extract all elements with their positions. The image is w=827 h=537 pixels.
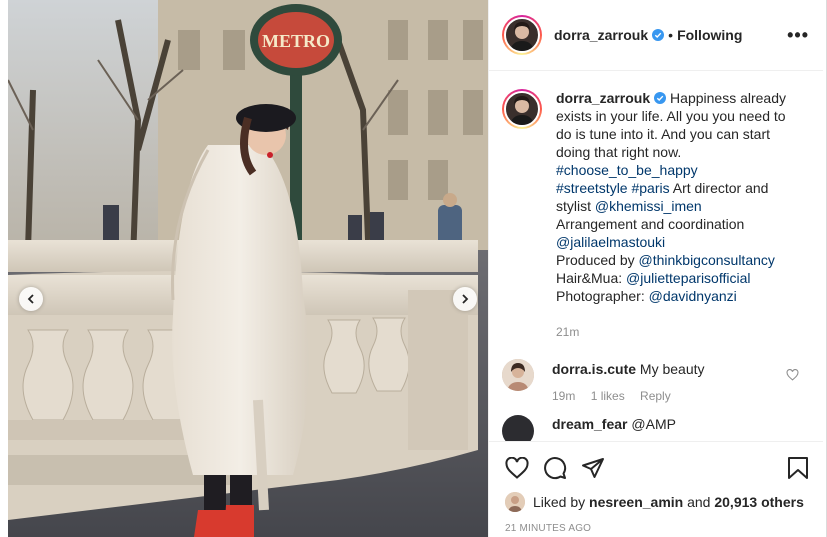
like-button[interactable] [505,457,529,479]
hashtag-link[interactable]: #paris [631,180,669,196]
post-header: dorra_zarrouk • Following ••• [489,0,823,71]
share-button[interactable] [581,457,605,479]
comment-like-icon[interactable] [786,369,799,381]
caption-text-6: Photographer: [556,288,649,304]
following-button[interactable]: Following [677,27,742,43]
mention-link[interactable]: @davidnyanzi [649,288,737,304]
mention-link[interactable]: @julietteparisofficial [626,270,750,286]
comment-likes[interactable]: 1 likes [591,389,625,403]
post-photo: METRO [8,0,488,537]
save-button[interactable] [787,456,809,480]
post-caption: dorra_zarrouk Happiness already exists i… [502,89,807,341]
caption-author-avatar[interactable] [502,89,542,129]
mention-link[interactable]: @khemissi_imen [595,198,702,214]
post-image[interactable]: METRO [8,0,488,537]
likes-summary: Liked by nesreen_amin and 20,913 others [505,492,809,512]
liker-avatar[interactable] [505,492,525,512]
author-avatar[interactable] [502,15,542,55]
comment-username[interactable]: dorra.is.cute [552,361,636,377]
chevron-left-icon [27,294,34,304]
send-icon [582,458,604,478]
chevron-right-icon [462,294,469,304]
carousel-prev-button[interactable] [19,287,43,311]
hashtag-link[interactable]: #streetstyle [556,180,628,196]
comment-text: My beauty [639,361,705,377]
hashtag-link[interactable]: #choose_to_be_happy [556,162,698,178]
author-username[interactable]: dorra_zarrouk [554,27,648,43]
more-options-icon[interactable]: ••• [787,25,809,46]
commenter-avatar[interactable] [502,415,534,441]
mention-link[interactable]: @thinkbigconsultancy [639,252,775,268]
comment-reply-button[interactable]: Reply [640,389,671,403]
caption-text-4: Produced by [556,252,639,268]
comment-icon [544,457,567,480]
comments-area: dorra_zarrouk Happiness already exists i… [489,71,823,441]
comment-text: @AMP [631,416,676,432]
comment-item-partial: dream_fear @AMP [502,415,807,441]
caption-text-5: Hair&Mua: [556,270,627,286]
header-separator: • [668,27,674,43]
metro-sign-text: METRO [262,31,330,51]
comment-button[interactable] [543,456,567,480]
verified-badge-icon [652,29,665,41]
commenter-avatar[interactable] [502,359,534,391]
likes-prefix: Liked by [533,494,586,510]
liker-username[interactable]: nesreen_amin [589,494,683,510]
comment-username[interactable]: dream_fear [552,416,628,432]
verified-badge-icon [654,92,667,104]
mention-link[interactable]: @jalilaelmastouki [556,234,665,250]
caption-username[interactable]: dorra_zarrouk [556,90,650,106]
likes-middle: and [687,494,711,510]
post-side-panel: dorra_zarrouk • Following ••• dorra_zarr… [488,0,827,537]
caption-text: dorra_zarrouk Happiness already exists i… [556,89,796,341]
post-timestamp: 21 MINUTES AGO [505,523,592,534]
caption-time: 21m [556,325,580,339]
caption-text-3: Arrangement and coordination [556,216,745,232]
bookmark-icon [788,457,808,479]
carousel-next-button[interactable] [453,287,477,311]
comment-item: dorra.is.cute My beauty 19m 1 likes Repl… [502,359,807,403]
heart-icon [505,457,529,479]
post-actions: Liked by nesreen_amin and 20,913 others … [489,441,823,537]
likes-count[interactable]: 20,913 others [714,494,804,510]
comment-time: 19m [552,389,576,403]
